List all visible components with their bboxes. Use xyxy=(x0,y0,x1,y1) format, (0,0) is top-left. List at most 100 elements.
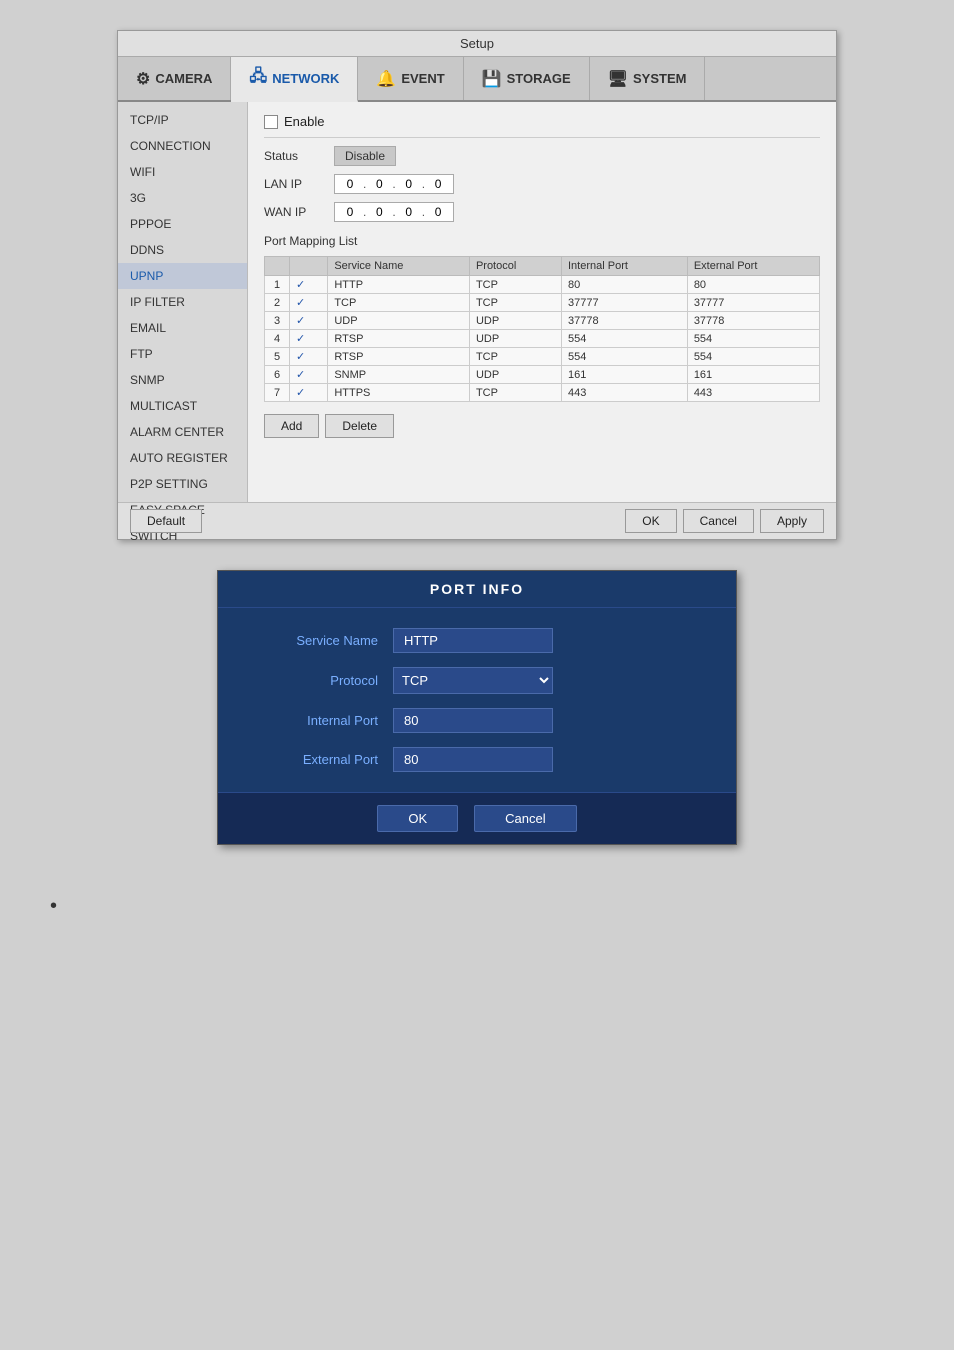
sidebar-item-connection[interactable]: CONNECTION xyxy=(118,133,247,159)
delete-button[interactable]: Delete xyxy=(325,414,394,438)
lan-ip-seg1[interactable] xyxy=(339,177,361,191)
check-icon: ✓ xyxy=(296,333,305,345)
lan-ip-seg4[interactable] xyxy=(427,177,449,191)
table-row: 7 ✓ HTTPS TCP 443 443 xyxy=(265,384,820,402)
port-info-dialog: PORT INFO Service Name Protocol TCP UDP … xyxy=(217,570,737,845)
lan-ip-input[interactable]: . . . xyxy=(334,174,454,194)
col-check xyxy=(290,257,328,276)
sidebar-item-3g[interactable]: 3G xyxy=(118,185,247,211)
tab-network-label: NETWORK xyxy=(272,71,339,86)
tab-storage[interactable]: 💾 STORAGE xyxy=(464,57,590,100)
status-label: Status xyxy=(264,149,324,163)
port-mapping-table: Service Name Protocol Internal Port Exte… xyxy=(264,256,820,402)
check-icon: ✓ xyxy=(296,351,305,363)
external-port-label: External Port xyxy=(258,752,378,767)
lan-ip-label: LAN IP xyxy=(264,177,324,191)
wan-ip-label: WAN IP xyxy=(264,205,324,219)
sidebar-item-autoregister[interactable]: AUTO REGISTER xyxy=(118,445,247,471)
ok-button[interactable]: OK xyxy=(625,509,676,533)
internal-port-label: Internal Port xyxy=(258,713,378,728)
table-row: 1 ✓ HTTP TCP 80 80 xyxy=(265,276,820,294)
apply-button[interactable]: Apply xyxy=(760,509,824,533)
port-mapping-title: Port Mapping List xyxy=(264,234,820,248)
lan-ip-row: LAN IP . . . xyxy=(264,174,820,194)
tab-event[interactable]: 🔔 EVENT xyxy=(358,57,463,100)
sidebar-item-pppoe[interactable]: PPPOE xyxy=(118,211,247,237)
dialog-title-bar: PORT INFO xyxy=(218,571,736,608)
table-row: 3 ✓ UDP UDP 37778 37778 xyxy=(265,312,820,330)
add-delete-row: Add Delete xyxy=(264,414,820,438)
sidebar-item-alarmcenter[interactable]: ALARM CENTER xyxy=(118,419,247,445)
dialog-title: PORT INFO xyxy=(430,581,524,597)
network-icon: 🖧 xyxy=(249,65,267,92)
wan-ip-seg1[interactable] xyxy=(339,205,361,219)
table-row: 4 ✓ RTSP UDP 554 554 xyxy=(265,330,820,348)
table-row: 5 ✓ RTSP TCP 554 554 xyxy=(265,348,820,366)
dialog-ok-button[interactable]: OK xyxy=(377,805,458,832)
check-icon: ✓ xyxy=(296,279,305,291)
service-name-row: Service Name xyxy=(258,628,696,653)
protocol-row: Protocol TCP UDP xyxy=(258,667,696,694)
dialog-body: Service Name Protocol TCP UDP Internal P… xyxy=(218,608,736,792)
wan-ip-input[interactable]: . . . xyxy=(334,202,454,222)
lan-ip-seg3[interactable] xyxy=(398,177,420,191)
tab-system[interactable]: 🖥 SYSTEM xyxy=(590,57,706,100)
service-name-label: Service Name xyxy=(258,633,378,648)
add-button[interactable]: Add xyxy=(264,414,319,438)
dialog-cancel-button[interactable]: Cancel xyxy=(474,805,576,832)
wan-ip-seg3[interactable] xyxy=(398,205,420,219)
check-icon: ✓ xyxy=(296,315,305,327)
protocol-select[interactable]: TCP UDP xyxy=(393,667,553,694)
sidebar-item-ftp[interactable]: FTP xyxy=(118,341,247,367)
event-icon: 🔔 xyxy=(376,69,396,89)
service-name-input[interactable] xyxy=(393,628,553,653)
tab-network[interactable]: 🖧 NETWORK xyxy=(231,57,358,102)
internal-port-row: Internal Port xyxy=(258,708,696,733)
main-content: TCP/IP CONNECTION WIFI 3G PPPOE DDNS xyxy=(118,102,836,502)
sidebar-item-upnp[interactable]: UPNP xyxy=(118,263,247,289)
system-icon: 🖥 xyxy=(608,69,628,89)
cancel-button[interactable]: Cancel xyxy=(683,509,754,533)
setup-window: Setup ⚙ CAMERA 🖧 NETWORK 🔔 EVENT 💾 STORA… xyxy=(117,30,837,540)
enable-checkbox[interactable] xyxy=(264,115,278,129)
enable-label: Enable xyxy=(284,114,324,129)
sidebar-item-email[interactable]: EMAIL xyxy=(118,315,247,341)
status-row: Status Disable xyxy=(264,146,820,166)
col-num xyxy=(265,257,290,276)
col-protocol: Protocol xyxy=(469,257,561,276)
col-external: External Port xyxy=(687,257,819,276)
tab-camera[interactable]: ⚙ CAMERA xyxy=(118,57,231,100)
setup-title-bar: Setup xyxy=(118,31,836,57)
default-button[interactable]: Default xyxy=(130,509,202,533)
check-icon: ✓ xyxy=(296,369,305,381)
tab-camera-label: CAMERA xyxy=(155,71,212,86)
col-internal: Internal Port xyxy=(562,257,688,276)
table-row: 2 ✓ TCP TCP 37777 37777 xyxy=(265,294,820,312)
sidebar-item-wifi[interactable]: WIFI xyxy=(118,159,247,185)
lan-ip-seg2[interactable] xyxy=(368,177,390,191)
tab-event-label: EVENT xyxy=(401,71,444,86)
tab-storage-label: STORAGE xyxy=(507,71,571,86)
wan-ip-seg4[interactable] xyxy=(427,205,449,219)
tab-bar: ⚙ CAMERA 🖧 NETWORK 🔔 EVENT 💾 STORAGE 🖥 S… xyxy=(118,57,836,102)
sidebar-item-ddns[interactable]: DDNS xyxy=(118,237,247,263)
sidebar-item-p2psetting[interactable]: P2P SETTING xyxy=(118,471,247,497)
external-port-input[interactable] xyxy=(393,747,553,772)
camera-icon: ⚙ xyxy=(136,69,150,89)
external-port-row: External Port xyxy=(258,747,696,772)
internal-port-input[interactable] xyxy=(393,708,553,733)
wan-ip-seg2[interactable] xyxy=(368,205,390,219)
right-panel: Enable Status Disable LAN IP . . . xyxy=(248,102,836,502)
enable-row: Enable xyxy=(264,114,820,138)
sidebar-item-ipfilter[interactable]: IP FILTER xyxy=(118,289,247,315)
protocol-label: Protocol xyxy=(258,673,378,688)
sidebar-item-multicast[interactable]: MULTICAST xyxy=(118,393,247,419)
status-value: Disable xyxy=(334,146,396,166)
sidebar-item-tcpip[interactable]: TCP/IP xyxy=(118,107,247,133)
table-row: 6 ✓ SNMP UDP 161 161 xyxy=(265,366,820,384)
wan-ip-row: WAN IP . . . xyxy=(264,202,820,222)
col-service: Service Name xyxy=(328,257,470,276)
sidebar-item-snmp[interactable]: SNMP xyxy=(118,367,247,393)
check-icon: ✓ xyxy=(296,297,305,309)
storage-icon: 💾 xyxy=(482,69,502,89)
